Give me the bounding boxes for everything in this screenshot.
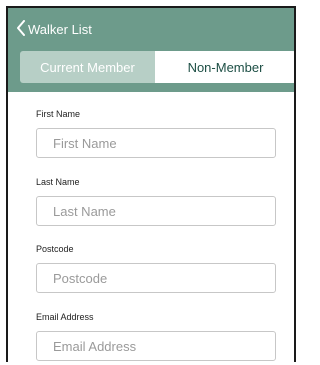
postcode-input[interactable]: [36, 263, 276, 293]
member-type-segmented-control: Current Member Non-Member: [20, 51, 294, 83]
back-label: Walker List: [28, 21, 92, 37]
first-name-label: First Name: [36, 109, 81, 119]
email-address-input[interactable]: [36, 331, 276, 361]
chevron-left-icon: [16, 19, 28, 39]
first-name-field: First Name: [36, 108, 278, 158]
first-name-input[interactable]: [36, 128, 276, 158]
app-frame: Walker List Current Member Non-Member Fi…: [6, 6, 296, 362]
header-bar: Walker List Current Member Non-Member: [8, 8, 294, 92]
postcode-label: Postcode: [36, 244, 74, 254]
email-address-label: Email Address: [36, 312, 94, 322]
last-name-field: Last Name: [36, 176, 278, 226]
postcode-field: Postcode: [36, 243, 278, 293]
segment-current-member[interactable]: Current Member: [20, 51, 155, 83]
segment-non-member[interactable]: Non-Member: [155, 51, 294, 83]
email-address-field: Email Address: [36, 311, 278, 361]
last-name-label: Last Name: [36, 177, 80, 187]
last-name-input[interactable]: [36, 196, 276, 226]
back-button[interactable]: Walker List: [16, 18, 92, 40]
